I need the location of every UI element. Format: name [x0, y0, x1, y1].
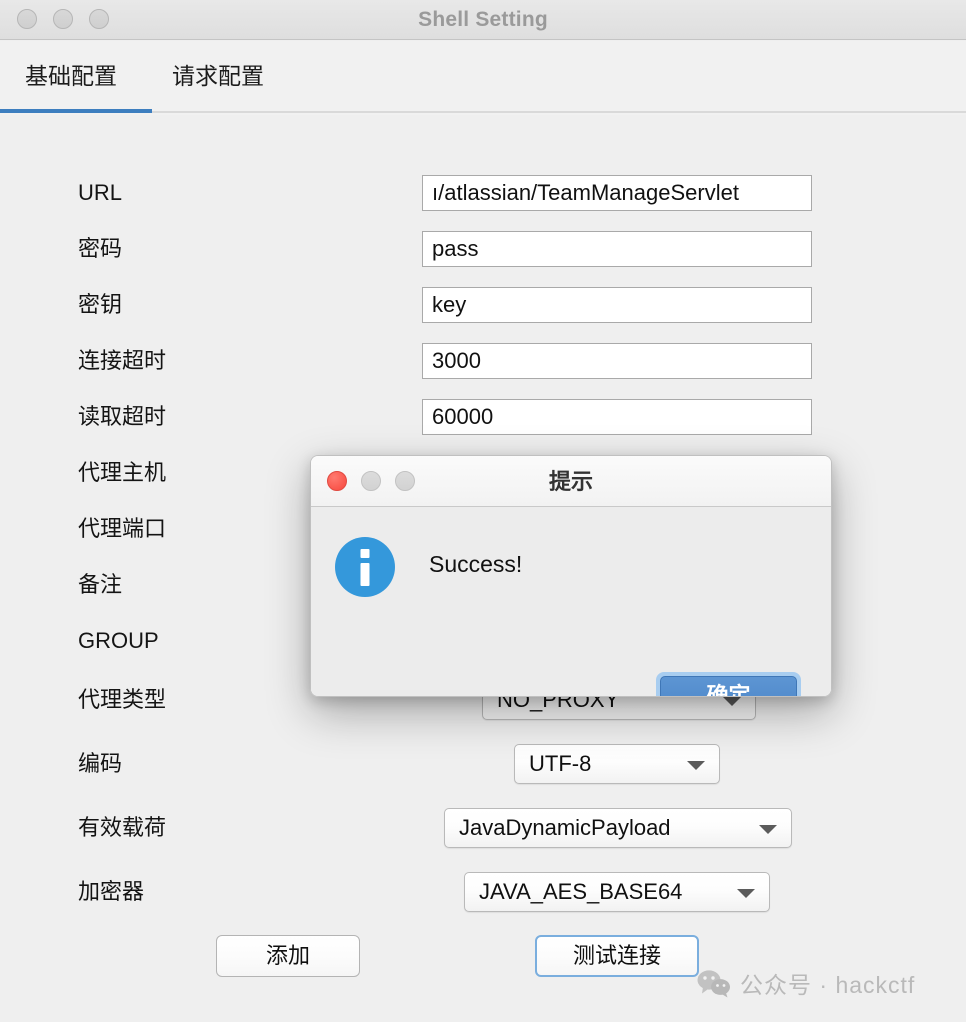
info-icon-dot — [360, 549, 370, 558]
form-row-url: URL ı/atlassian/TeamManageServlet — [0, 173, 966, 213]
add-button[interactable]: 添加 — [216, 935, 360, 977]
label-encryptor: 加密器 — [78, 879, 145, 904]
input-read-timeout[interactable]: 60000 — [422, 399, 812, 435]
chevron-down-icon — [737, 889, 755, 898]
watermark: 公众号 · hackctf — [697, 966, 915, 1000]
dialog-content: Success! 确定 — [311, 507, 831, 696]
form-row-secret-key: 密钥 key — [0, 285, 966, 325]
input-password[interactable]: pass — [422, 231, 812, 267]
info-icon — [335, 537, 395, 597]
info-icon-stem — [360, 563, 370, 586]
dropdown-payload-value: JavaDynamicPayload — [459, 815, 671, 840]
label-url: URL — [78, 180, 123, 205]
dialog-titlebar: 提示 — [311, 456, 831, 507]
form-row-payload: 有效载荷 JavaDynamicPayload — [0, 808, 966, 848]
dialog-ok-button[interactable]: 确定 — [656, 672, 801, 696]
chevron-down-icon — [687, 761, 705, 770]
label-proxy-host: 代理主机 — [78, 460, 167, 485]
form-row-encryptor: 加密器 JAVA_AES_BASE64 — [0, 872, 966, 912]
input-url[interactable]: ı/atlassian/TeamManageServlet — [422, 175, 812, 211]
label-remark: 备注 — [78, 572, 123, 597]
dialog-message: Success! — [429, 551, 523, 577]
dropdown-payload[interactable]: JavaDynamicPayload — [444, 808, 792, 848]
form-row-connect-timeout: 连接超时 3000 — [0, 341, 966, 381]
label-group: GROUP — [78, 628, 159, 653]
window-titlebar: Shell Setting — [0, 0, 966, 40]
input-secret-key[interactable]: key — [422, 287, 812, 323]
dropdown-encryptor-value: JAVA_AES_BASE64 — [479, 879, 683, 904]
label-password: 密码 — [78, 236, 123, 261]
dropdown-encryptor[interactable]: JAVA_AES_BASE64 — [464, 872, 770, 912]
form-row-read-timeout: 读取超时 60000 — [0, 397, 966, 437]
add-button-label: 添加 — [265, 943, 310, 968]
watermark-text: 公众号 · hackctf — [740, 972, 916, 998]
chevron-down-icon — [759, 825, 777, 834]
form-row-encoding: 编码 UTF-8 — [0, 744, 966, 784]
tab-strip: 基础配置 请求配置 — [0, 41, 966, 115]
test-connection-button-label: 测试连接 — [572, 943, 661, 968]
label-payload: 有效载荷 — [78, 815, 167, 840]
form-row-password: 密码 pass — [0, 229, 966, 269]
success-dialog: 提示 Success! 确定 — [310, 455, 832, 697]
tab-divider-line — [152, 111, 966, 113]
label-secret-key: 密钥 — [78, 292, 123, 317]
label-proxy-type: 代理类型 — [78, 687, 167, 712]
label-proxy-port: 代理端口 — [78, 516, 167, 541]
dropdown-encoding[interactable]: UTF-8 — [514, 744, 720, 784]
input-connect-timeout[interactable]: 3000 — [422, 343, 812, 379]
dialog-title: 提示 — [548, 469, 593, 494]
dropdown-encoding-value: UTF-8 — [529, 751, 592, 776]
window-title: Shell Setting — [418, 8, 548, 31]
active-tab-indicator — [0, 109, 152, 113]
chevron-down-icon — [723, 697, 741, 706]
label-read-timeout: 读取超时 — [78, 404, 167, 429]
label-connect-timeout: 连接超时 — [78, 348, 167, 373]
dialog-ok-button-label: 确定 — [660, 676, 797, 696]
test-connection-button[interactable]: 测试连接 — [535, 935, 699, 977]
shell-setting-window: Shell Setting 基础配置 请求配置 URL ı/atlassian/… — [0, 0, 966, 1022]
tab-basic-config[interactable]: 基础配置 — [23, 41, 119, 111]
label-encoding: 编码 — [78, 751, 123, 776]
wechat-icon — [697, 970, 730, 998]
tab-request-config[interactable]: 请求配置 — [170, 41, 266, 111]
